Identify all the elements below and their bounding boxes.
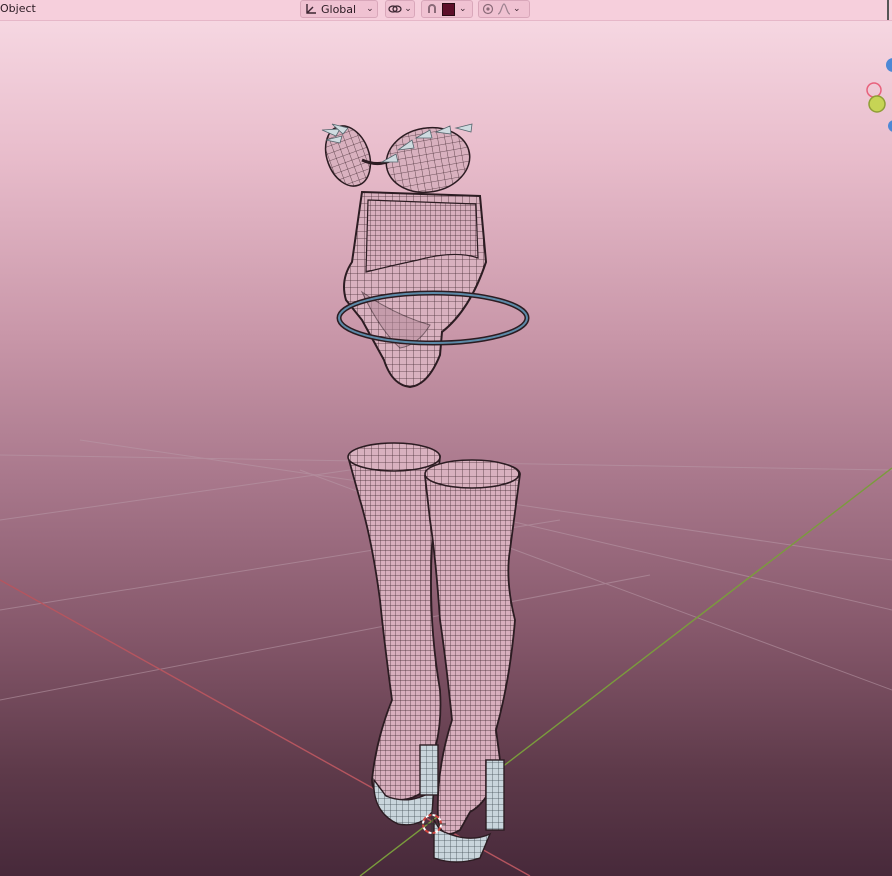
gizmo-y-icon	[868, 95, 886, 113]
gizmo-x-icon	[866, 82, 882, 98]
scene-canvas[interactable]	[0, 0, 892, 876]
left-boot	[347, 442, 442, 826]
gizmo-neg-z-icon	[888, 120, 892, 132]
gizmo-z-icon	[886, 58, 892, 72]
navigation-gizmo	[866, 0, 892, 132]
right-boot	[424, 459, 521, 863]
3d-viewport[interactable]: Object Global ⌄ ⌄ ⌄ ⌄	[0, 0, 892, 876]
